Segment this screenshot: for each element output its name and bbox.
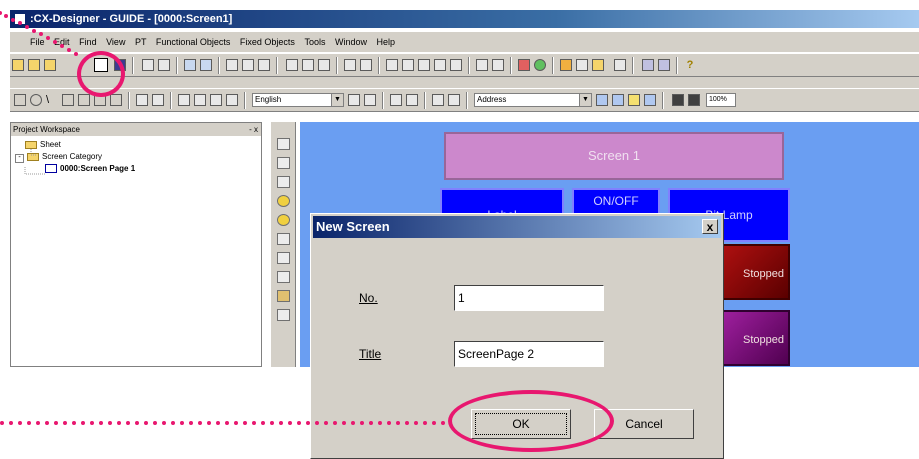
callout-dotted-lines bbox=[0, 11, 450, 425]
